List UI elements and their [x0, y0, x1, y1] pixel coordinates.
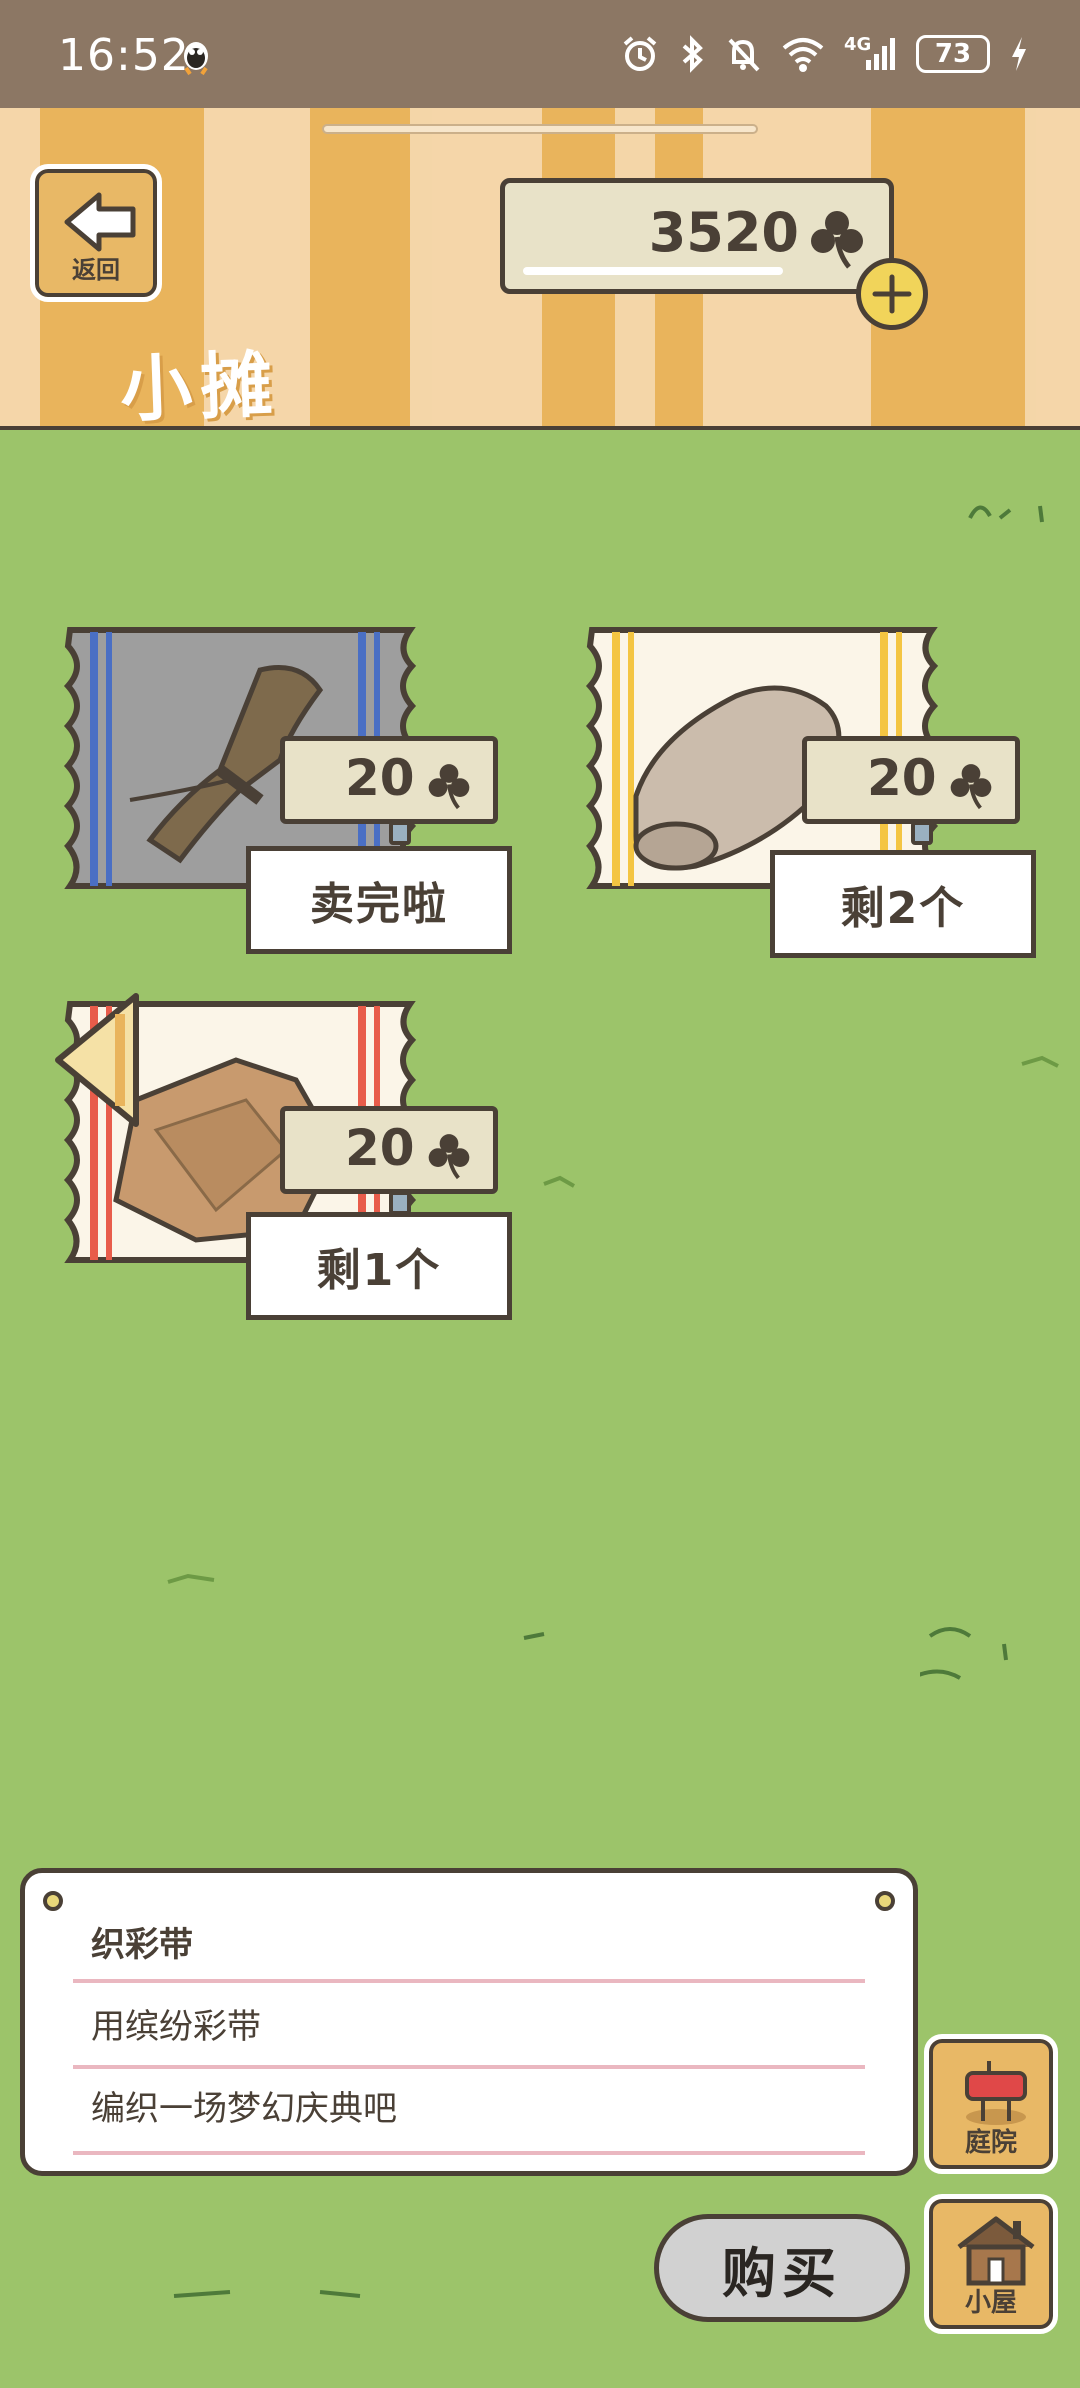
selection-arrow-icon[interactable]	[50, 990, 146, 1130]
ruled-line	[73, 2065, 865, 2069]
clover-icon	[811, 211, 863, 269]
item-name: 织彩带	[91, 1925, 193, 1965]
grass-decoration	[523, 1632, 545, 1640]
status-icons: 4G 73	[620, 30, 1030, 78]
page-title: 小摊	[118, 342, 282, 430]
yard-button[interactable]: 庭院	[924, 2034, 1058, 2174]
drag-handle[interactable]	[322, 124, 758, 134]
mute-bell-icon	[728, 38, 760, 72]
stall-item[interactable]: 20 剩2个	[562, 620, 1042, 960]
item-description-card: 织彩带 用缤纷彩带 编织一场梦幻庆典吧	[20, 1868, 918, 2176]
yard-label: 庭院	[964, 2128, 1017, 2158]
pin-dot	[43, 1891, 63, 1911]
status-bar: 16:52 4G 73	[0, 0, 1080, 108]
grass-decoration	[543, 1175, 575, 1188]
buy-button[interactable]: 购买	[654, 2214, 910, 2322]
back-label: 返回	[72, 256, 120, 284]
price-value: 20	[867, 749, 937, 807]
currency-shine	[523, 267, 783, 275]
bluetooth-icon	[682, 35, 703, 73]
wifi-icon	[782, 38, 824, 72]
item-description-line: 编织一场梦幻庆典吧	[91, 2089, 397, 2129]
stock-label: 剩1个	[246, 1212, 512, 1320]
yard-mailbox-icon	[965, 2061, 1027, 2125]
grass-decoration	[920, 1627, 1008, 1680]
stall-item[interactable]: 20 卖完啦	[40, 620, 520, 960]
house-icon	[957, 2216, 1035, 2286]
grass-decoration	[968, 505, 1044, 523]
status-time: 16:52	[58, 30, 190, 81]
clover-icon	[428, 1134, 470, 1180]
price-tag: 20	[280, 1106, 498, 1215]
clover-icon	[950, 764, 992, 810]
clover-balance-value: 3520	[648, 201, 799, 264]
plus-icon	[872, 274, 912, 314]
battery-indicator: 73	[916, 35, 990, 73]
tag-pin	[911, 821, 933, 845]
signal-indicator: 4G	[844, 34, 898, 74]
price-tag: 20	[802, 736, 1020, 845]
charging-icon	[1012, 37, 1026, 71]
price-tag: 20	[280, 736, 498, 845]
tag-pin	[389, 821, 411, 845]
ruled-line	[73, 2151, 865, 2155]
add-clover-button[interactable]	[856, 258, 928, 330]
stock-label: 剩2个	[770, 850, 1036, 958]
clover-icon	[428, 764, 470, 810]
grass-decoration	[1021, 1055, 1059, 1068]
qq-icon	[184, 42, 208, 76]
grass-decoration	[173, 2290, 361, 2298]
price-value: 20	[345, 749, 415, 807]
back-arrow-icon	[64, 192, 136, 252]
signal-icon	[866, 38, 895, 70]
back-button[interactable]: 返回	[30, 164, 162, 302]
header-border	[0, 426, 1080, 430]
item-description-line: 用缤纷彩带	[91, 2007, 261, 2047]
stock-label: 卖完啦	[246, 846, 512, 954]
house-button[interactable]: 小屋	[924, 2194, 1058, 2334]
clover-balance: 3520	[500, 178, 894, 294]
pin-dot	[875, 1891, 895, 1911]
price-value: 20	[345, 1119, 415, 1177]
house-label: 小屋	[964, 2288, 1017, 2318]
ruled-line	[73, 1979, 865, 1983]
grass-decoration	[167, 1573, 215, 1584]
alarm-icon	[623, 36, 657, 71]
